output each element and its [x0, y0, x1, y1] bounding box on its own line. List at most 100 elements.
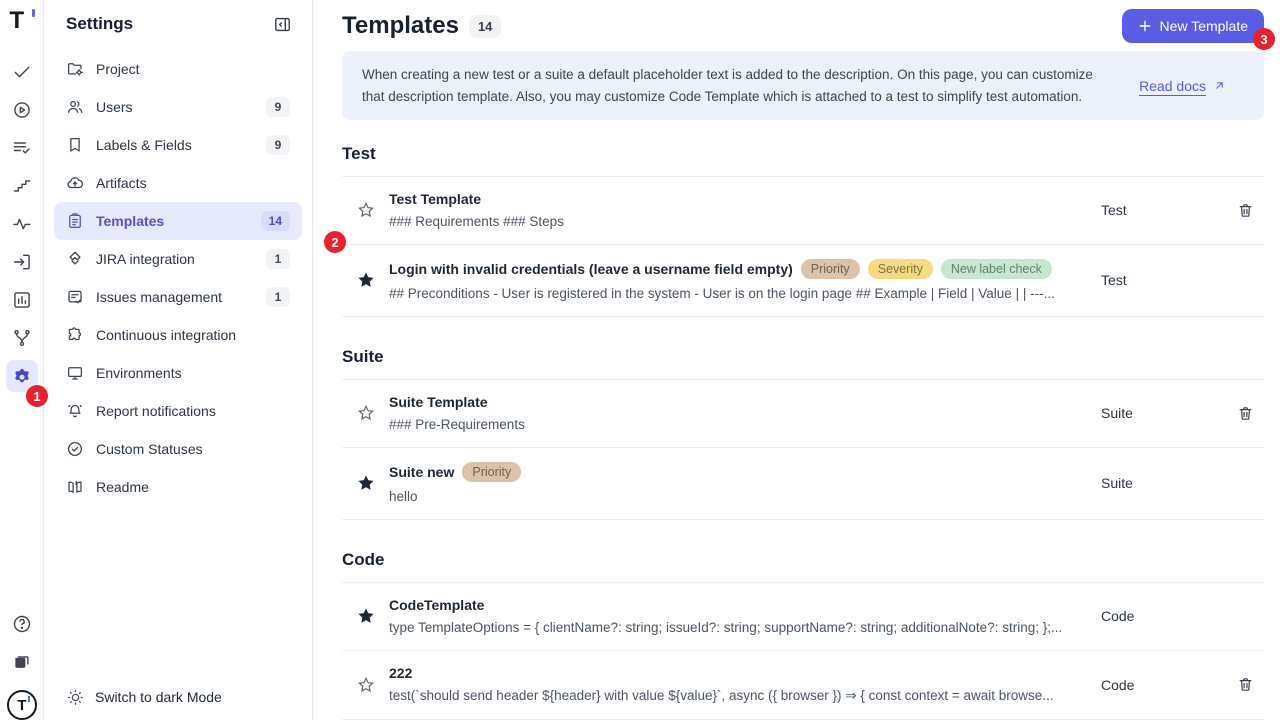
template-title: Test Template	[389, 191, 481, 207]
sidebar-item-count: 9	[266, 135, 290, 155]
dark-mode-label: Switch to dark Mode	[95, 689, 222, 705]
template-title: CodeTemplate	[389, 597, 484, 613]
template-description: ### Requirements ### Steps	[389, 214, 1077, 229]
sidebar-item-continuous-integration[interactable]: Continuous integration	[54, 316, 302, 354]
activity-icon[interactable]	[6, 208, 38, 240]
template-title: Suite Template	[389, 394, 488, 410]
panel-collapse-icon[interactable]	[273, 15, 292, 34]
sidebar-item-count: 1	[266, 249, 290, 269]
sidebar-item-users[interactable]: Users9	[54, 88, 302, 126]
star-filled-icon[interactable]	[342, 474, 389, 492]
template-row-body: Test Template ### Requirements ### Steps	[389, 191, 1101, 229]
sidebar-item-readme[interactable]: Readme	[54, 468, 302, 506]
template-type: Code	[1101, 677, 1226, 693]
external-link-icon	[1213, 79, 1226, 92]
read-docs-link[interactable]: Read docs	[1139, 78, 1226, 94]
check-icon[interactable]	[6, 56, 38, 88]
section-title: Test	[342, 144, 1264, 177]
sidebar-nav: ProjectUsers9Labels & Fields9ArtifactsTe…	[54, 50, 302, 506]
cloud-up-icon	[66, 174, 84, 192]
plus-icon	[1138, 19, 1152, 33]
info-banner: When creating a new test or a suite a de…	[342, 51, 1264, 120]
template-row-body: Suite Template ### Pre-Requirements	[389, 394, 1101, 432]
banner-text: When creating a new test or a suite a de…	[362, 64, 1113, 107]
bar-chart-icon[interactable]	[6, 284, 38, 316]
star-filled-icon[interactable]	[342, 271, 389, 289]
import-box-icon[interactable]	[6, 246, 38, 278]
template-title: 222	[389, 665, 412, 681]
play-circle-icon[interactable]	[6, 94, 38, 126]
star-filled-icon[interactable]	[342, 607, 389, 625]
sidebar-item-label: Custom Statuses	[96, 441, 290, 457]
template-row-body: CodeTemplate type TemplateOptions = { cl…	[389, 597, 1101, 635]
check-circle-icon	[66, 440, 84, 458]
template-row-body: Suite newPriority hello	[389, 462, 1101, 504]
sidebar-item-label: Readme	[96, 479, 290, 495]
folder-gear-icon	[66, 60, 84, 78]
new-template-label: New Template	[1160, 18, 1248, 34]
star-outline-icon[interactable]	[342, 676, 389, 694]
sidebar-item-label: Users	[96, 99, 254, 115]
sidebar-item-label: Environments	[96, 365, 290, 381]
template-type: Suite	[1101, 475, 1226, 491]
delete-template-icon[interactable]	[1226, 676, 1264, 693]
annotation-badge-1: 1	[26, 385, 48, 407]
section-test: Test Test Template ### Requirements ### …	[342, 144, 1264, 317]
star-outline-icon[interactable]	[342, 404, 389, 422]
template-type: Test	[1101, 272, 1226, 288]
delete-template-icon[interactable]	[1226, 202, 1264, 219]
sidebar-item-custom-statuses[interactable]: Custom Statuses	[54, 430, 302, 468]
templates-count-badge: 14	[469, 15, 501, 38]
template-row[interactable]: Test Template ### Requirements ### Steps…	[342, 177, 1264, 245]
template-row-body: 222 test(`should send header ${header} w…	[389, 665, 1101, 704]
template-description: hello	[389, 489, 1077, 504]
list-check-icon[interactable]	[6, 132, 38, 164]
annotation-badge-3: 3	[1253, 28, 1275, 50]
template-row[interactable]: Suite Template ### Pre-Requirements Suit…	[342, 380, 1264, 448]
dark-mode-toggle[interactable]: Switch to dark Mode	[44, 674, 313, 720]
sidebar-item-templates[interactable]: Templates14	[54, 202, 302, 240]
icon-rail: T T 1	[0, 0, 44, 720]
template-description: type TemplateOptions = { clientName?: st…	[389, 620, 1077, 635]
template-row[interactable]: CodeTemplate type TemplateOptions = { cl…	[342, 583, 1264, 651]
account-logo-avatar[interactable]: T	[7, 690, 37, 720]
sun-icon	[66, 688, 85, 707]
template-row[interactable]: Suite newPriority hello Suite	[342, 448, 1264, 520]
section-title: Suite	[342, 347, 1264, 380]
label-chip: New label check	[941, 259, 1052, 279]
new-template-button[interactable]: New Template	[1122, 9, 1264, 43]
sidebar-item-report-notifications[interactable]: Report notifications	[54, 392, 302, 430]
branch-icon[interactable]	[6, 322, 38, 354]
logo-accent	[32, 9, 35, 17]
users-icon	[66, 98, 84, 116]
template-row[interactable]: 222 test(`should send header ${header} w…	[342, 651, 1264, 720]
template-description: ## Preconditions - User is registered in…	[389, 286, 1077, 301]
sidebar-item-artifacts[interactable]: Artifacts	[54, 164, 302, 202]
template-title: Login with invalid credentials (leave a …	[389, 261, 793, 277]
app-window: T T 1 Settings ProjectUsers9Labels & Fie…	[0, 0, 1280, 720]
label-chip: Severity	[868, 259, 933, 279]
sidebar-item-project[interactable]: Project	[54, 50, 302, 88]
sidebar-item-label: Continuous integration	[96, 327, 290, 343]
sidebar-item-count: 1	[266, 287, 290, 307]
sidebar-item-labels-fields[interactable]: Labels & Fields9	[54, 126, 302, 164]
jira-icon	[66, 250, 84, 268]
sidebar-item-environments[interactable]: Environments	[54, 354, 302, 392]
steps-icon[interactable]	[6, 170, 38, 202]
rail-bottom: T	[0, 608, 44, 720]
read-docs-label: Read docs	[1139, 78, 1206, 94]
rail-icon-list	[6, 56, 38, 398]
delete-template-icon[interactable]	[1226, 405, 1264, 422]
projects-library-icon[interactable]	[6, 646, 38, 678]
help-circle-icon[interactable]	[6, 608, 38, 640]
star-outline-icon[interactable]	[342, 201, 389, 219]
sidebar-item-jira-integration[interactable]: JIRA integration1	[54, 240, 302, 278]
note-check-icon	[66, 288, 84, 306]
template-row[interactable]: Login with invalid credentials (leave a …	[342, 245, 1264, 317]
template-description: ### Pre-Requirements	[389, 417, 1077, 432]
section-code: Code CodeTemplate type TemplateOptions =…	[342, 550, 1264, 720]
settings-sidebar: Settings ProjectUsers9Labels & Fields9Ar…	[44, 0, 313, 720]
template-sections: Test Test Template ### Requirements ### …	[342, 144, 1264, 720]
sidebar-item-issues-management[interactable]: Issues management1	[54, 278, 302, 316]
bell-icon	[66, 402, 84, 420]
